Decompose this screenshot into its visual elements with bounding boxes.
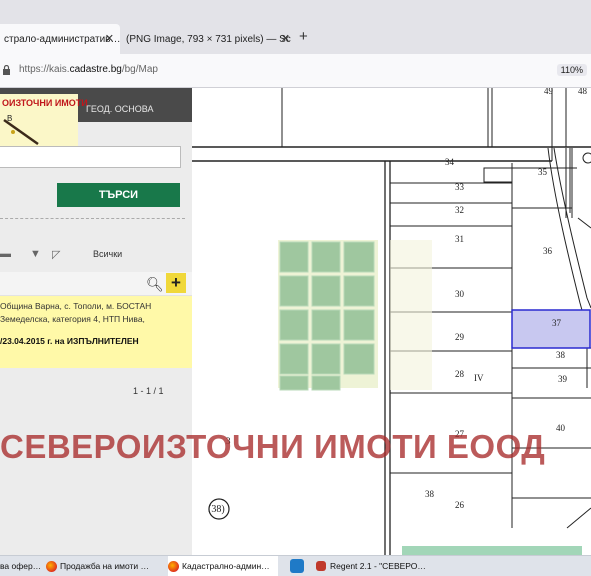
tab-title: страло-административ… [4,33,120,45]
parcel-label: 26 [455,500,465,510]
screen: страло-административ… ✕ (PNG Image, 793 … [0,0,591,576]
taskbar-item[interactable]: ва офер… [0,556,42,576]
filter-parcel-icon[interactable]: ▬ [0,248,11,260]
parcel-label: 48 [578,88,588,96]
result-pager: 1 - 1 / 1 [133,386,164,396]
search-input[interactable] [0,146,181,168]
lock-icon [3,65,10,75]
result-toolbar: 🔍︎ + [0,272,192,296]
logo-pen-icon: В [3,114,39,146]
regent-icon [316,561,326,571]
selected-parcel[interactable] [511,309,591,349]
address-bar[interactable]: https://kais.cadastre.bg/bg/Map 110% [0,54,591,88]
result-line: /23.04.2015 г. на ИЗПЪЛНИТЕЛЕН [0,336,139,346]
edge-icon[interactable] [290,559,304,573]
parcel-label: 38 [556,350,566,360]
result-line: Община Варна, с. Тополи, м. БОСТАН [0,301,152,311]
orchard-grid [279,241,375,391]
logo-text: ОИЗТОЧНИ ИМОТИ [2,98,88,108]
company-logo: ОИЗТОЧНИ ИМОТИ В [0,94,88,148]
zoom-level[interactable]: 110% [556,64,587,76]
svg-text:В: В [7,114,12,123]
parcel-label: 38 [425,489,435,499]
firefox-icon [46,560,57,572]
search-icon[interactable]: 🔍︎ [146,276,164,293]
tab-title: (PNG Image, 793 × 731 pixels) — Sc [126,33,291,45]
map-canvas[interactable]: 49 48 34 35 33 32 31 36 30 37 29 38 28 I… [192,88,591,555]
ground-strip [402,546,582,555]
browser-tab-png-image[interactable]: (PNG Image, 793 × 731 pixels) — Sc ✕ [126,24,296,54]
parcel-label: 31 [455,234,464,244]
add-icon[interactable]: + [166,273,186,293]
filter-all[interactable]: Всички [93,249,122,259]
result-line: Земеделска, категория 4, НТП Нива, [0,314,145,324]
parcel-label: 40 [556,423,566,433]
parcel-label: IV [474,373,484,383]
search-panel: ОИЗТОЧНИ ИМОТИ В ГЕОД. ОСНОВА ТЪРСИ ▬ ▼ … [0,88,192,555]
close-tab-icon[interactable]: ✕ [281,32,290,45]
parcel-label: 29 [455,332,465,342]
close-tab-icon[interactable]: ✕ [105,32,114,45]
taskbar-item-active[interactable]: Кадастрално-админ… [168,556,278,576]
parcel-label: 39 [558,374,568,384]
parcel-label: 28 [455,369,465,379]
filter-shape-icon[interactable]: ◸ [52,248,60,261]
parcel-label: 37 [552,318,562,328]
sector-label: (38) [208,504,225,515]
firefox-icon [168,560,179,572]
tab-geod-osnova[interactable]: ГЕОД. ОСНОВА [86,104,153,114]
parcel-label: 36 [543,246,553,256]
taskbar-item[interactable]: Regent 2.1 - "СЕВЕРО… [316,556,436,576]
divider [0,218,185,219]
parcel-label: 30 [455,289,465,299]
company-watermark: СЕВЕРОИЗТОЧНИ ИМОТИ ЕООД [0,428,546,465]
browser-tab-cadastre[interactable]: страло-административ… ✕ [0,24,120,54]
parcel-label: 49 [544,88,554,96]
cadastre-map[interactable]: 49 48 34 35 33 32 31 36 30 37 29 38 28 I… [192,88,591,555]
filter-pin-icon[interactable]: ▼ [30,248,41,260]
taskbar-item[interactable]: Продажба на имоти … [46,556,164,576]
parcel-label: 32 [455,205,464,215]
parcel-label: 35 [538,167,548,177]
field-shade [390,240,432,390]
new-tab-button[interactable]: + [299,28,308,45]
url-text[interactable]: https://kais.cadastre.bg/bg/Map [19,64,158,75]
browser-tab-strip: страло-административ… ✕ (PNG Image, 793 … [0,0,591,54]
search-button[interactable]: ТЪРСИ [57,183,180,207]
parcel-label: 33 [455,182,465,192]
search-result-card[interactable]: 🔍︎ + Община Варна, с. Тополи, м. БОСТАН … [0,272,192,368]
parcel-label: 34 [445,157,455,167]
taskbar: ва офер… Продажба на имоти … Кадастрално… [0,555,591,576]
filter-row: ▬ ▼ ◸ Всички [0,246,192,264]
